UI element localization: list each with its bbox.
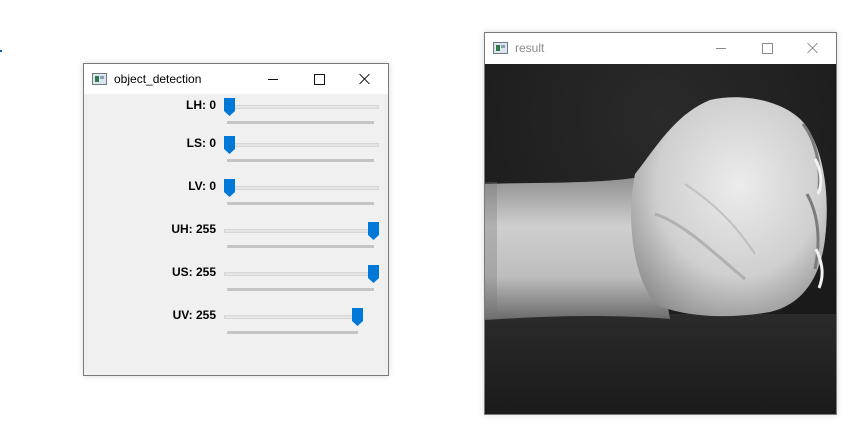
- trackbar-uv: UV: 255: [84, 308, 390, 338]
- window-title: object_detection: [114, 72, 202, 86]
- object-detection-window: object_detection LH: 0 LS: 0 LV: 0 UH: 2…: [83, 63, 389, 376]
- trackbar-scale: [227, 202, 374, 205]
- trackbar-scale: [227, 288, 374, 291]
- result-image: [485, 64, 836, 414]
- stray-dot: [0, 50, 2, 52]
- trackbar-track[interactable]: [224, 272, 379, 276]
- minimize-icon: [716, 47, 726, 49]
- trackbar-label: UV: 255: [172, 308, 216, 322]
- minimize-icon: [268, 78, 278, 80]
- close-icon: [359, 73, 371, 85]
- trackbar-thumb[interactable]: [224, 136, 235, 154]
- window-app-icon: [493, 42, 508, 54]
- trackbar-track[interactable]: [224, 315, 363, 319]
- trackbar-track[interactable]: [224, 105, 379, 109]
- trackbar-label: UH: 255: [171, 222, 216, 236]
- trackbar-lv: LV: 0: [84, 179, 390, 209]
- trackbar-scale: [227, 121, 374, 124]
- trackbar-track[interactable]: [224, 143, 379, 147]
- maximize-button[interactable]: [296, 64, 342, 94]
- grayscale-fist-image: [485, 64, 836, 414]
- result-window: result: [484, 32, 837, 415]
- title-bar[interactable]: object_detection: [84, 64, 388, 94]
- close-button[interactable]: [790, 33, 836, 63]
- trackbar-scale: [227, 245, 374, 248]
- trackbar-label: LV: 0: [188, 179, 216, 193]
- close-icon: [807, 42, 819, 54]
- minimize-button[interactable]: [698, 33, 744, 63]
- close-button[interactable]: [342, 64, 388, 94]
- trackbar-uh: UH: 255: [84, 222, 390, 252]
- window-controls: [250, 64, 388, 94]
- trackbar-label: LS: 0: [186, 136, 216, 150]
- trackbar-scale: [227, 159, 374, 162]
- trackbar-us: US: 255: [84, 265, 390, 295]
- maximize-button[interactable]: [744, 33, 790, 63]
- trackbar-lh: LH: 0: [84, 98, 390, 128]
- trackbar-thumb[interactable]: [368, 265, 379, 283]
- trackbar-label: LH: 0: [186, 98, 216, 112]
- minimize-button[interactable]: [250, 64, 296, 94]
- trackbar-thumb[interactable]: [224, 179, 235, 197]
- trackbar-label: US: 255: [171, 265, 216, 279]
- window-app-icon: [92, 73, 107, 85]
- trackbar-thumb[interactable]: [368, 222, 379, 240]
- trackbar-thumb[interactable]: [224, 98, 235, 116]
- maximize-icon: [313, 73, 325, 85]
- title-bar[interactable]: result: [485, 33, 836, 63]
- trackbar-ls: LS: 0: [84, 136, 390, 166]
- trackbar-thumb[interactable]: [352, 308, 363, 326]
- trackbar-scale: [227, 331, 358, 334]
- trackbar-track[interactable]: [224, 229, 379, 233]
- maximize-icon: [761, 42, 773, 54]
- window-controls: [698, 33, 836, 63]
- window-title: result: [515, 41, 545, 55]
- trackbar-track[interactable]: [224, 186, 379, 190]
